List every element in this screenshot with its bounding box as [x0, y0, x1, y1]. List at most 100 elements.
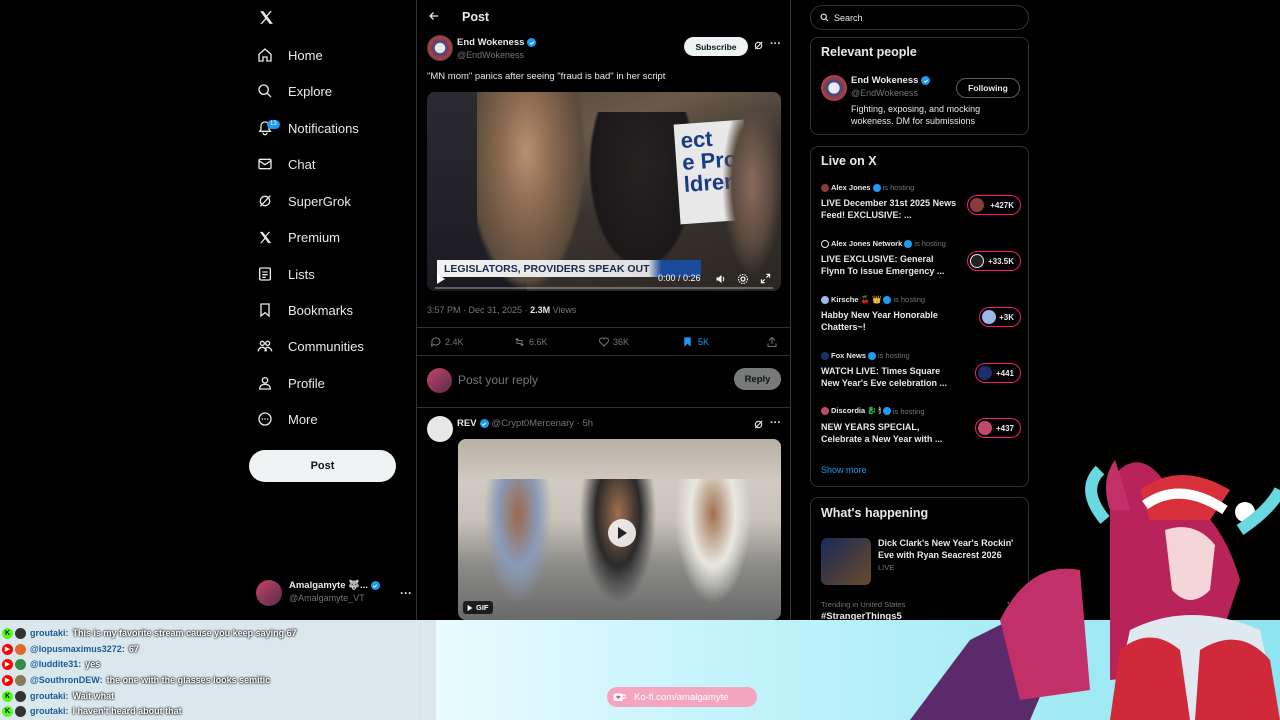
person-bio: Fighting, exposing, and mocking wokeness… — [851, 104, 981, 126]
person-name[interactable]: End Wokeness — [851, 75, 918, 86]
stream-chat: K groutaki: This is my favorite stream c… — [0, 620, 436, 720]
search-bar[interactable]: Search — [810, 5, 1029, 30]
video-time: 0:00 / 0:26 — [658, 273, 701, 283]
reply-action[interactable]: 2.4K — [430, 336, 464, 348]
chat-user: groutaki: — [30, 706, 69, 716]
settings-icon[interactable] — [737, 273, 749, 285]
avatar — [15, 627, 26, 639]
volume-icon[interactable] — [715, 273, 727, 285]
author-name[interactable]: End Wokeness — [457, 37, 524, 48]
nav-notifications[interactable]: 13 Notifications — [256, 114, 359, 142]
author-name[interactable]: REV — [457, 418, 477, 429]
youtube-icon: ▶ — [2, 643, 13, 655]
account-switcher[interactable]: Amalgamyte 🐺... @Amalgamyte_VT ··· — [256, 578, 416, 608]
notification-badge: 13 — [267, 120, 280, 129]
live-item[interactable]: Fox News is hosting WATCH LIVE: Times Sq… — [821, 351, 1021, 395]
live-host: Alex Jones — [831, 183, 871, 192]
live-on-x-card: Live on X Alex Jones is hosting LIVE Dec… — [810, 146, 1029, 487]
following-button[interactable]: Following — [956, 78, 1020, 98]
repost-action[interactable]: 6.6K — [513, 336, 548, 348]
live-listener-pill[interactable]: +3K — [979, 307, 1021, 327]
more-dots-icon[interactable]: ··· — [770, 417, 781, 429]
live-item[interactable]: Alex Jones Network is hosting LIVE EXCLU… — [821, 239, 1021, 283]
avatar — [427, 368, 452, 393]
gif-person-right — [668, 479, 758, 619]
like-action[interactable]: 36K — [598, 336, 629, 348]
fullscreen-icon[interactable] — [760, 273, 771, 284]
avatar[interactable] — [427, 416, 453, 442]
tweet-timestamp[interactable]: 3:57 PM · Dec 31, 2025 · — [427, 305, 530, 315]
live-listener-pill[interactable]: +427K — [967, 195, 1021, 215]
gif-person-left — [478, 479, 558, 619]
reply-input[interactable]: Post your reply — [458, 373, 538, 387]
live-host: Fox News — [831, 351, 867, 360]
live-listener-pill[interactable]: +33.5K — [967, 251, 1021, 271]
nav-more[interactable]: More — [256, 405, 318, 433]
live-listener-pill[interactable]: +437 — [975, 418, 1021, 438]
nav-label: Chat — [288, 156, 316, 172]
live-item[interactable]: Discordia 🐉 🕯 is hosting NEW YEARS SPECI… — [821, 406, 1021, 450]
play-icon[interactable] — [436, 274, 446, 284]
avatar[interactable] — [821, 75, 847, 101]
nav-supergrok[interactable]: SuperGrok — [256, 187, 351, 215]
nav-label: Communities — [288, 338, 364, 354]
nav-label: Home — [288, 47, 323, 63]
live-host-row: Alex Jones is hosting — [821, 183, 1021, 192]
verified-icon — [882, 407, 891, 415]
verified-icon — [370, 581, 380, 590]
live-host-suffix: is hosting — [882, 183, 915, 192]
nav-premium[interactable]: Premium — [256, 223, 340, 251]
reply-gif[interactable]: GIF — [458, 439, 781, 620]
person-handle[interactable]: @EndWokeness — [851, 88, 918, 98]
more-dots-icon[interactable]: ··· — [400, 586, 412, 600]
live-item[interactable]: Kirsche 🍒 👑 is hosting Habby New Year Ho… — [821, 295, 1021, 339]
nav-profile[interactable]: Profile — [256, 369, 325, 397]
gif-person-center — [573, 479, 663, 619]
search-input[interactable]: Search — [834, 13, 863, 23]
avatar[interactable] — [427, 35, 453, 61]
bookmark-count: 5K — [698, 337, 710, 347]
nav-bookmarks[interactable]: Bookmarks — [256, 296, 353, 324]
author-handle[interactable]: @Crypt0Mercenary · 5h — [492, 418, 594, 429]
tweet-video[interactable]: ect e Pro ldren LEGISLATORS, PROVIDERS S… — [427, 92, 781, 291]
nav-home[interactable]: Home — [256, 41, 323, 69]
share-icon[interactable] — [766, 336, 778, 348]
video-progress[interactable] — [435, 287, 773, 289]
grok-icon[interactable] — [753, 40, 764, 51]
nav-lists[interactable]: Lists — [256, 260, 315, 288]
grok-icon[interactable] — [753, 419, 764, 430]
subscribe-button[interactable]: Subscribe — [684, 37, 748, 56]
nav-chat[interactable]: Chat — [256, 150, 315, 178]
x-logo-icon[interactable] — [258, 9, 275, 26]
author-handle[interactable]: @EndWokeness — [457, 50, 524, 60]
avatar — [821, 351, 829, 360]
avatar — [982, 309, 996, 324]
reply-button[interactable]: Reply — [734, 368, 781, 390]
live-title: LIVE December 31st 2025 News Feed! EXCLU… — [821, 198, 957, 220]
live-host-suffix: is hosting — [892, 406, 925, 416]
live-host-suffix: is hosting — [914, 239, 946, 248]
live-item[interactable]: Alex Jones is hosting LIVE December 31st… — [821, 183, 1021, 227]
nav-communities[interactable]: Communities — [256, 332, 364, 360]
event-thumbnail[interactable] — [821, 538, 871, 585]
live-title: NEW YEARS SPECIAL, Celebrate a New Year … — [821, 422, 943, 444]
nav-explore[interactable]: Explore — [256, 77, 332, 105]
live-host-row: Fox News is hosting — [821, 351, 1021, 360]
post-button[interactable]: Post — [249, 450, 396, 482]
divider — [417, 407, 790, 408]
verified-icon — [872, 183, 881, 192]
account-name: Amalgamyte 🐺... — [289, 580, 368, 591]
play-small-icon — [467, 604, 473, 611]
card-title: Live on X — [821, 154, 877, 168]
live-listener-pill[interactable]: +441 — [975, 363, 1021, 383]
more-dots-icon[interactable]: ··· — [770, 38, 781, 50]
bookmark-action[interactable]: 5K — [682, 336, 709, 348]
nav-label: Explore — [288, 83, 333, 99]
play-icon[interactable] — [608, 519, 636, 547]
kick-icon: K — [2, 690, 13, 702]
chat-text: 67 — [128, 644, 139, 654]
show-more-link[interactable]: Show more — [821, 465, 867, 475]
chat-user: groutaki: — [30, 691, 69, 701]
back-arrow-icon[interactable] — [428, 10, 440, 22]
chat-text: This is my favorite stream cause you kee… — [72, 628, 297, 638]
